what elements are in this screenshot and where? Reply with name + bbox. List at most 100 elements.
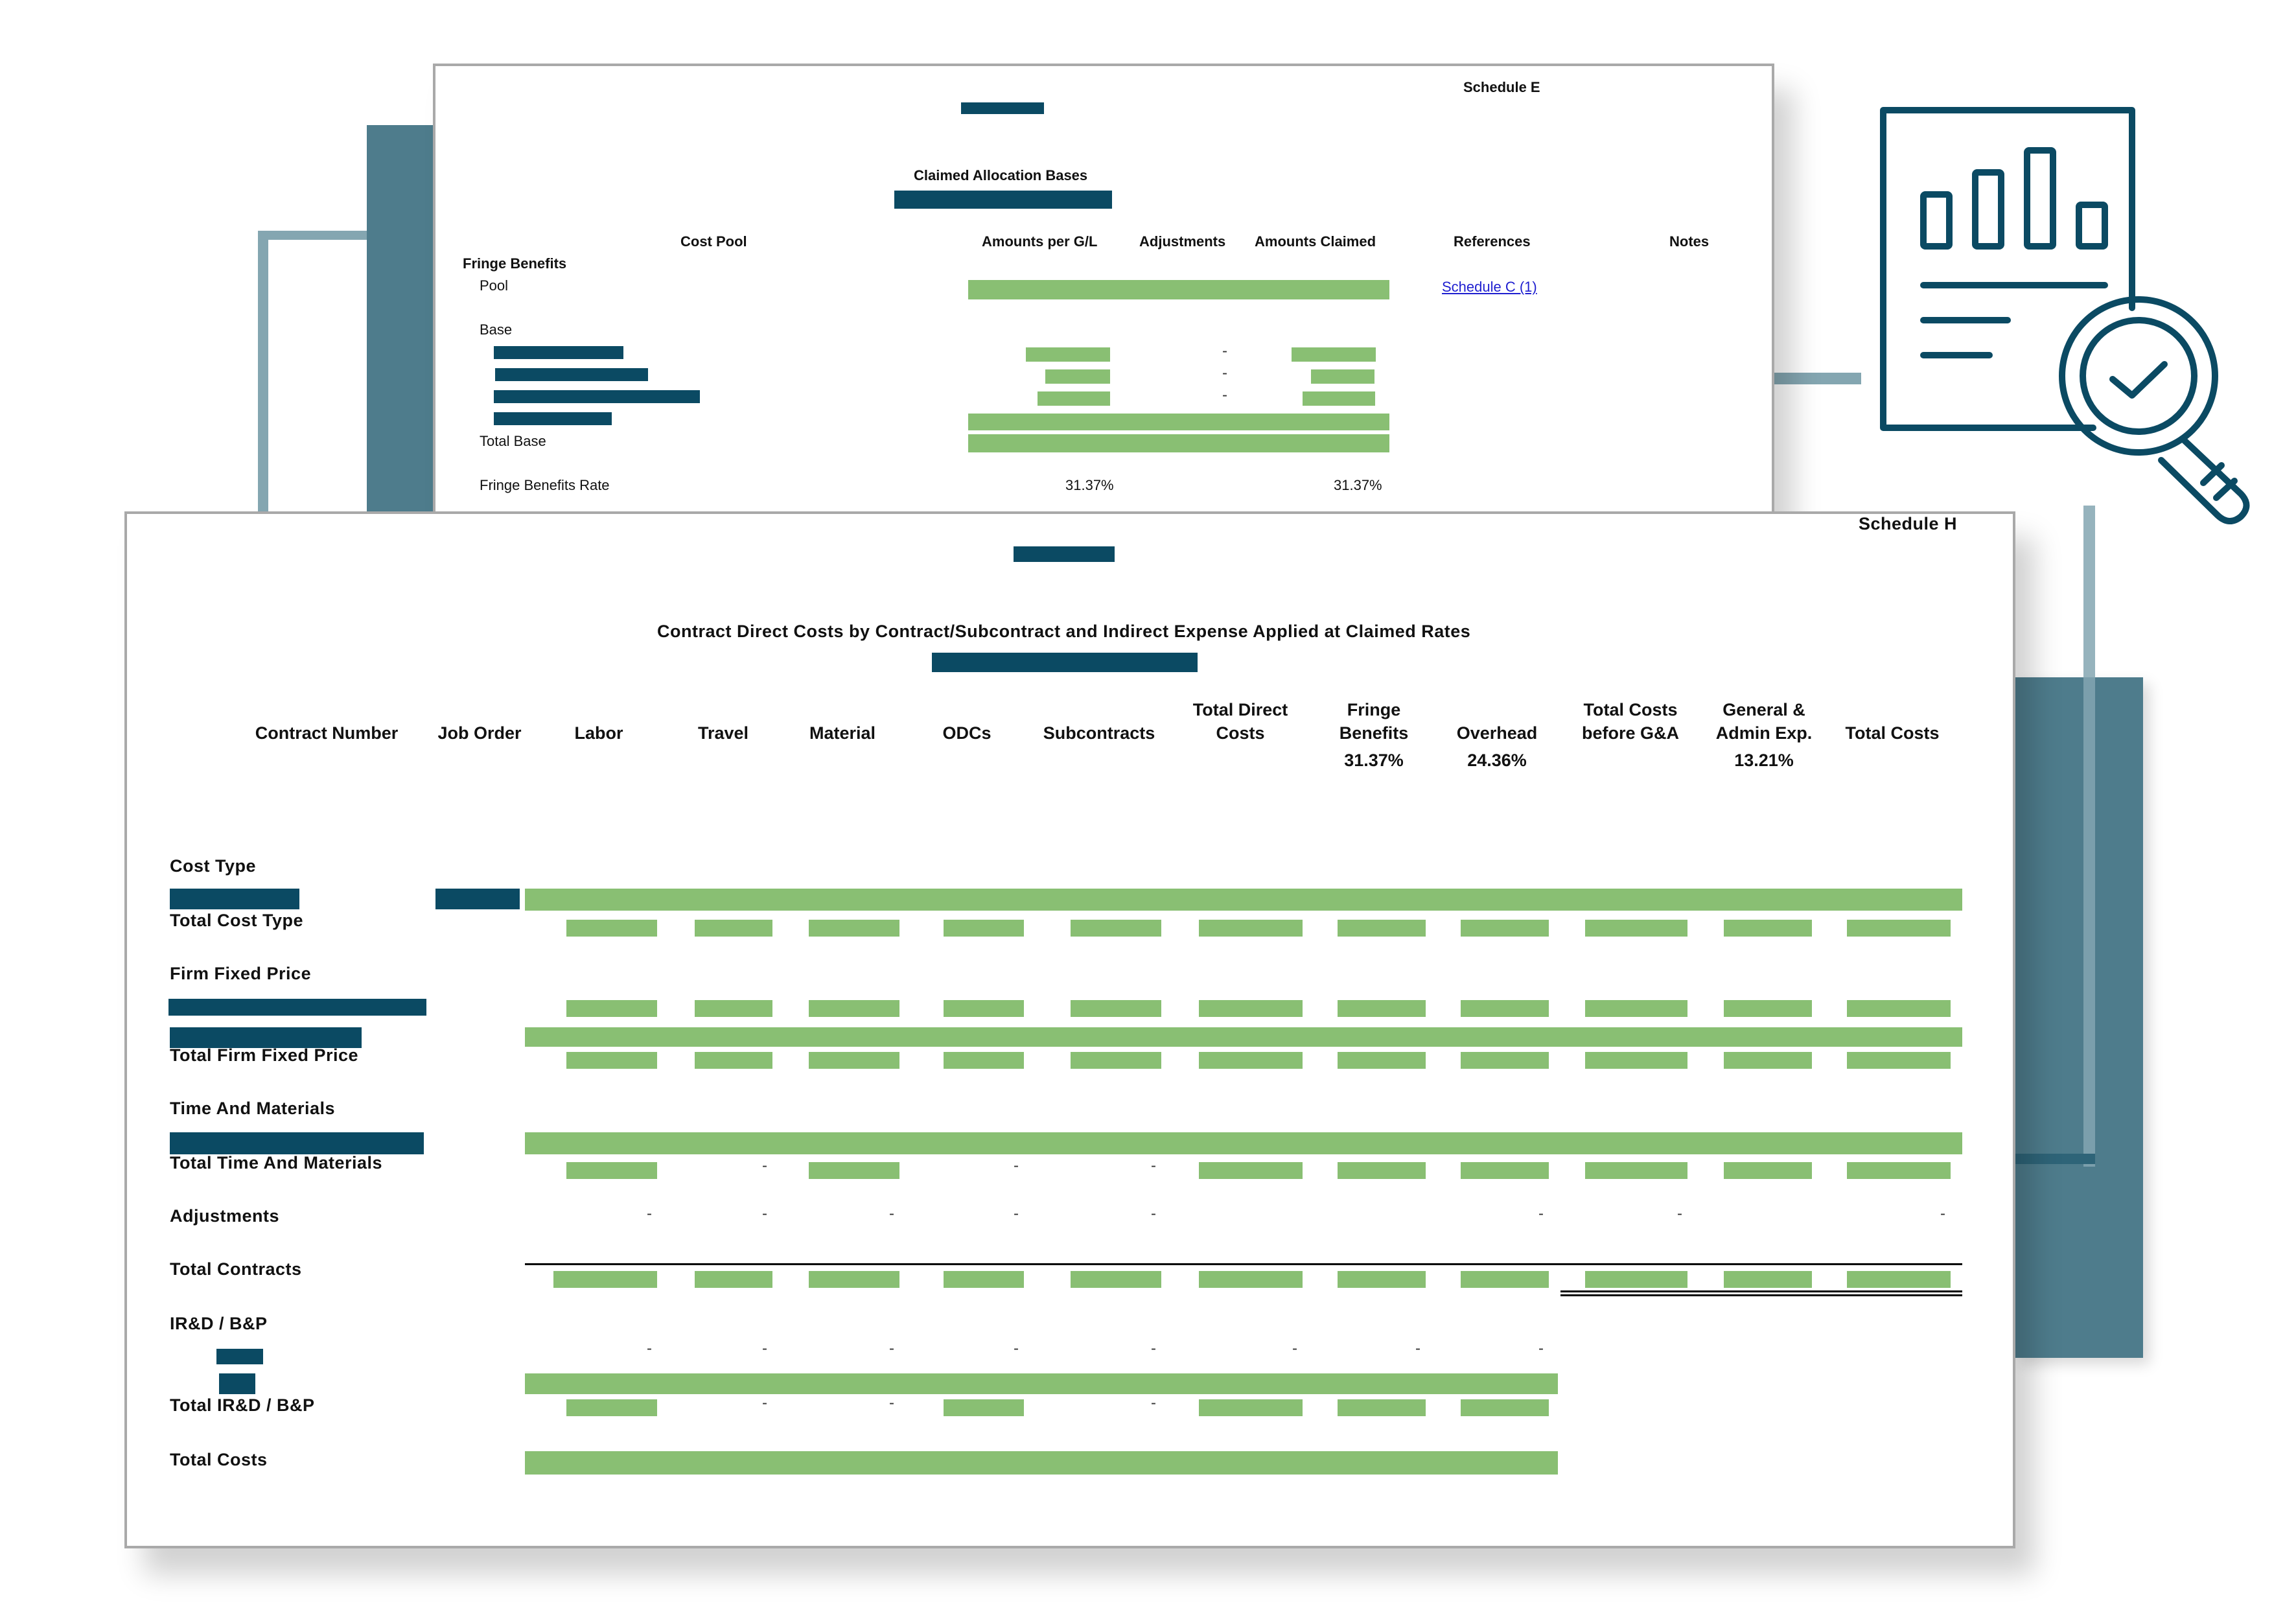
col-header-line1: [1815, 698, 1970, 721]
row-label-total-cost-type: Total Cost Type: [170, 911, 304, 930]
value-cell-bar: [1724, 1000, 1812, 1017]
value-cell-dash: -: [1151, 1340, 1156, 1357]
chart-bar-2: [1972, 169, 2004, 250]
value-cell-bar: [1199, 1052, 1303, 1069]
value-cell-bar: [1461, 1271, 1549, 1288]
base-item-3-gl: [1038, 391, 1110, 406]
row-label-cost-type: Cost Type: [170, 856, 257, 876]
row-label-base: Base: [480, 321, 513, 338]
redacted-company-name: [1014, 546, 1115, 562]
col-header-12: Total Costs: [1815, 698, 1970, 772]
schedule-h-title: Contract Direct Costs by Contract/Subcon…: [657, 622, 1471, 641]
value-cell-bar: [944, 1052, 1024, 1069]
total-contracts-double-rule-1: [1560, 1290, 1962, 1292]
col-header-references: References: [1454, 233, 1531, 250]
value-cell-bar: [1724, 920, 1812, 937]
value-cell-bar: [1071, 1271, 1161, 1288]
value-cell-bar: [1461, 1000, 1549, 1017]
col-header-rate: [249, 749, 404, 772]
decor-line-right-connector: [1773, 373, 1861, 384]
value-cell-bar: [1724, 1162, 1812, 1179]
value-cell-bar: [1338, 1162, 1426, 1179]
redacted-period: [894, 191, 1112, 209]
report-audit-icon: [1880, 107, 2250, 524]
value-cell-dash: -: [762, 1157, 767, 1174]
decor-frame-right-bottom: [2015, 1154, 2095, 1164]
value-cell-bar: [1847, 1000, 1951, 1017]
schedule-h-label: Schedule H: [1859, 514, 1958, 533]
value-cell-dash: -: [889, 1205, 894, 1222]
redacted-contract-number: [170, 889, 299, 909]
value-cell-bar: [1338, 1271, 1426, 1288]
row-label-total-tm: Total Time And Materials: [170, 1153, 383, 1172]
magnifier-inner: [2080, 317, 2197, 435]
redacted-company-name: [961, 102, 1044, 114]
col-header-rate: [1021, 749, 1177, 772]
value-cell-bar: [1199, 1162, 1303, 1179]
schedule-h-document: Schedule H Contract Direct Costs by Cont…: [124, 511, 2015, 1548]
value-cell-bar: [1724, 1052, 1812, 1069]
value-cell-dash: -: [889, 1394, 894, 1412]
col-header-line2: before G&A: [1581, 723, 1680, 743]
value-cell-bar: [1585, 1052, 1687, 1069]
col-header-10: Total Costs before G&A: [1553, 698, 1708, 772]
redacted-job-order: [435, 889, 520, 909]
col-header-7: Total Direct Costs: [1163, 698, 1318, 772]
value-cell-bar: [1338, 1052, 1426, 1069]
document-outline: [1880, 107, 2135, 431]
value-cell-bar: [944, 1399, 1024, 1416]
value-cell-bar: [809, 1000, 899, 1017]
col-header-6: Subcontracts: [1021, 698, 1177, 772]
ird-bar: [525, 1373, 1558, 1394]
value-cell-dash: -: [1677, 1205, 1682, 1222]
col-header-line2: Total Costs: [1845, 723, 1940, 743]
total-contracts-double-rule-2: [1560, 1294, 1962, 1296]
value-cell-dash: -: [1292, 1340, 1297, 1357]
decor-frame-right-vertical: [2083, 506, 2095, 1167]
value-cell-bar: [1724, 1271, 1812, 1288]
value-cell-dash: -: [1415, 1340, 1421, 1357]
section-fringe-benefits: Fringe Benefits: [463, 255, 567, 272]
value-cell-bar: [695, 1052, 772, 1069]
value-cell-bar: [944, 1271, 1024, 1288]
row-label-total-ird-bp: Total IR&D / B&P: [170, 1395, 315, 1415]
col-header-line1: Total Direct: [1192, 700, 1288, 719]
redacted-base-item-2: [495, 368, 648, 381]
base-item-3-claimed: [1303, 391, 1375, 406]
col-header-line1: [1419, 698, 1575, 721]
col-header-amounts-claimed: Amounts Claimed: [1255, 233, 1376, 250]
schedule-e-title: Claimed Allocation Bases: [914, 167, 1088, 183]
col-header-rate: [1815, 749, 1970, 772]
value-cell-dash: -: [762, 1394, 767, 1412]
value-cell-bar: [1461, 1399, 1549, 1416]
value-cell-dash: -: [1538, 1340, 1544, 1357]
value-cell-dash: -: [647, 1340, 652, 1357]
row-label-time-and-materials: Time And Materials: [170, 1099, 336, 1118]
schedule-c-reference-link[interactable]: Schedule C (1): [1442, 279, 1537, 296]
value-cell-bar: [1199, 1000, 1303, 1017]
base-item-1-gl: [1026, 347, 1110, 362]
value-cell-bar: [553, 1271, 657, 1288]
value-cell-bar: [566, 1162, 657, 1179]
row-label-ird-bp: IR&D / B&P: [170, 1314, 268, 1333]
value-cell-dash: -: [1151, 1157, 1156, 1174]
fringe-rate-claimed: 31.37%: [1334, 477, 1382, 493]
base-subtotal-bar: [968, 414, 1389, 430]
col-header-adjustments: Adjustments: [1139, 233, 1226, 250]
redacted-base-item-3: [494, 390, 700, 403]
value-cell-bar: [1585, 1271, 1687, 1288]
total-base-bar: [968, 434, 1389, 452]
base-item-1-adjustment: -: [1222, 342, 1227, 360]
col-header-line2: Contract Number: [255, 723, 399, 743]
total-costs-bar: [525, 1451, 1558, 1475]
row-label-adjustments: Adjustments: [170, 1206, 280, 1226]
value-cell-bar: [1071, 1052, 1161, 1069]
value-cell-dash: -: [1014, 1157, 1019, 1174]
value-cell-bar: [944, 1000, 1024, 1017]
value-cell-bar: [566, 1052, 657, 1069]
col-header-0: Contract Number: [249, 698, 404, 772]
check-mark: [2109, 361, 2168, 399]
tm-contract-bar: [525, 1132, 1962, 1154]
value-cell-bar: [1338, 920, 1426, 937]
value-cell-bar: [1199, 920, 1303, 937]
